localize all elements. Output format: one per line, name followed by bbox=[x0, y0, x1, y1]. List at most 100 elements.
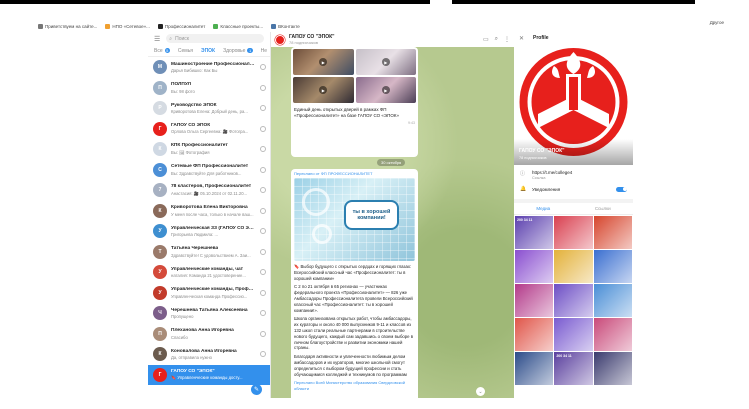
avatar: Г bbox=[153, 121, 167, 136]
folder-tab[interactable]: Здоровье 1 bbox=[223, 48, 253, 54]
chat-list-item[interactable]: Г ГАПОУ СО ЭПОК Орлова Ольга Сергеевна: 🎥 … bbox=[148, 119, 270, 140]
folder-tabs: Все 5 Семья ЭПОК Здоровье 1 Не bbox=[148, 45, 270, 57]
tab-links[interactable]: Ссылки bbox=[595, 206, 611, 211]
scroll-down-icon[interactable]: ⌄ bbox=[476, 387, 485, 396]
album-photo[interactable]: ▶ bbox=[293, 77, 354, 103]
chat-name: Черешнева Татьяна Алексеевна bbox=[171, 307, 248, 313]
chat-name: Сетевые ФП Профессионалитет bbox=[171, 164, 249, 169]
chat-list-item[interactable]: Т Татьяна Черешнева Здравствуйте! С удовол… bbox=[148, 242, 270, 263]
chat-list-item[interactable]: К КПК Профессионалитет Вы: 🖼 Фотография bbox=[148, 139, 270, 160]
profile-link[interactable]: https://t.me/college4 bbox=[532, 170, 572, 175]
tab-media[interactable]: Медиа bbox=[536, 206, 550, 211]
compose-pencil-icon[interactable]: ✎ bbox=[251, 384, 262, 395]
profile-photo[interactable]: ГАПОУ СО "ЭПОК" 78 подписчиков bbox=[514, 44, 633, 165]
top-edge bbox=[0, 0, 749, 4]
media-thumbnail[interactable] bbox=[593, 250, 632, 283]
chat-name: ГАПОУ СО "ЭПОК" bbox=[171, 368, 215, 374]
forward-header[interactable]: Переслано от ФП ПРОФЕССИОНАЛИТЕТ bbox=[291, 169, 418, 178]
chat-item-top-row: Татьяна Черешнева bbox=[171, 246, 256, 251]
album-photo[interactable]: ▶ bbox=[293, 49, 354, 75]
media-thumbnail[interactable]: 200 34 11 bbox=[515, 216, 554, 249]
chat-item-top-row: Управленческая ЗЗ (ГАПОУ СО ЭП... bbox=[171, 226, 256, 231]
chat-preview: Вы: 🖼 Фотография bbox=[171, 149, 210, 155]
folder-tab[interactable]: Семья bbox=[178, 48, 193, 54]
chat-list-item[interactable]: Ч Черешнева Татьяна Алексеевна Пропущено bbox=[148, 303, 270, 324]
chat-list-item[interactable]: Р Руководство ЭПОК Криворотова Елена: Добр… bbox=[148, 98, 270, 119]
profile-panel: ✕ Profile ГАПОУ СО "ЭПОК" 78 подписчиков… bbox=[514, 32, 633, 398]
other-bookmarks[interactable]: Другое bbox=[710, 20, 724, 25]
date-separator: 30 октября bbox=[377, 159, 406, 166]
tabs-icon[interactable]: ▭ bbox=[483, 36, 489, 43]
profile-link-row[interactable]: ⓘ https://t.me/college4 Ссылка bbox=[514, 165, 633, 182]
media-thumbnail[interactable] bbox=[593, 216, 632, 249]
pin-icon bbox=[260, 330, 266, 337]
media-thumbnail[interactable] bbox=[593, 318, 632, 351]
notifications-row[interactable]: 🔔 Уведомления bbox=[514, 182, 633, 196]
profile-tabs: Медиа Ссылки bbox=[514, 203, 633, 215]
bookmark[interactable]: Приветствуем на сайте... bbox=[38, 23, 97, 29]
chat-item-top-row: ГАПОУ СО "ЭПОК" bbox=[171, 369, 266, 374]
folder-tab[interactable]: Все 5 bbox=[154, 48, 170, 54]
bookmark[interactable]: Классные проекты... bbox=[213, 23, 263, 29]
chat-preview: 🔖 Управленческие команды досту... bbox=[171, 375, 243, 380]
media-thumbnail[interactable] bbox=[593, 284, 632, 317]
chat-list-item[interactable]: К Коновалова Анна Игоревна Да, отправила н… bbox=[148, 344, 270, 365]
chat-item-body: Машиностроение Профессионалит... Дарья Би… bbox=[171, 62, 256, 74]
chat-list-item[interactable]: У Управленческие команды, Профес... Управл… bbox=[148, 283, 270, 304]
forwarded-message-next[interactable]: Переслано Всей Министерство образования … bbox=[291, 377, 418, 398]
message-album[interactable]: ▶ ▶ ▶ ▶ Единый день открытых дверей в ра… bbox=[291, 47, 418, 157]
play-icon[interactable]: ▶ bbox=[319, 86, 328, 94]
media-thumbnail[interactable] bbox=[515, 284, 554, 317]
album-photo[interactable]: ▶ bbox=[355, 49, 416, 75]
notifications-label: Уведомления bbox=[532, 186, 561, 192]
search-icon[interactable]: ⌕ bbox=[495, 36, 498, 43]
search-input[interactable]: ⌕ Поиск bbox=[166, 34, 264, 43]
folder-tab[interactable]: ЭПОК bbox=[201, 48, 215, 54]
chat-preview: Анастасия: 🎥 05.10.2024 от 02.11.20... bbox=[171, 190, 248, 196]
media-thumbnail[interactable] bbox=[593, 352, 632, 385]
play-icon[interactable]: ▶ bbox=[381, 58, 390, 66]
message-image[interactable]: ты в хорошей компании! bbox=[294, 178, 415, 261]
folder-label: ЭПОК bbox=[201, 47, 216, 54]
more-icon[interactable]: ⋮ bbox=[504, 36, 510, 43]
chat-list-item[interactable]: П ПОЛПУЛ Вы: 98 фото bbox=[148, 78, 270, 99]
channel-avatar[interactable] bbox=[275, 34, 285, 45]
chat-list-item[interactable]: П Плеханова Анна Игоревна Спасибо bbox=[148, 324, 270, 345]
chat-list-item[interactable]: С Сетевые ФП Профессионалитет Вы: Здравств… bbox=[148, 160, 270, 181]
chat-list-item[interactable]: Г ГАПОУ СО "ЭПОК" 🔖 Управленческие команды… bbox=[148, 364, 270, 385]
media-thumbnail[interactable] bbox=[554, 284, 593, 317]
bookmark[interactable]: ВКонтакте bbox=[271, 23, 300, 29]
media-thumbnail[interactable]: 200 34 11 bbox=[554, 352, 593, 385]
message-paragraph: С 2 по 21 октября в 65 регионах — участн… bbox=[294, 284, 413, 313]
profile-subscribers: 78 подписчиков bbox=[519, 156, 547, 160]
chat-preview: Криворотова Елена: Добрый день, ра... bbox=[171, 109, 248, 114]
play-icon[interactable]: ▶ bbox=[381, 86, 390, 94]
media-thumbnail[interactable] bbox=[515, 250, 554, 283]
album-photo[interactable]: ▶ bbox=[355, 77, 416, 103]
chat-list-item[interactable]: У Управленческие команды, чат наталия: Ком… bbox=[148, 262, 270, 283]
folder-label: Здоровье bbox=[223, 47, 246, 54]
forwarded-message[interactable]: Переслано от ФП ПРОФЕССИОНАЛИТЕТ ты в хо… bbox=[291, 169, 418, 397]
bookmark-icon bbox=[157, 23, 163, 29]
chat-list-item[interactable]: К Криворотова Елена Викторовна У меня посл… bbox=[148, 201, 270, 222]
media-thumbnail[interactable] bbox=[554, 216, 593, 249]
chat-list-item[interactable]: 7 78 кластеров, Профессионалитет Анастасия… bbox=[148, 180, 270, 201]
play-icon[interactable]: ▶ bbox=[319, 58, 328, 66]
folder-tab[interactable]: Не bbox=[261, 48, 267, 54]
folder-badge: 5 bbox=[164, 48, 170, 53]
media-thumbnail[interactable] bbox=[554, 318, 593, 351]
chat-list-item[interactable]: У Управленческая ЗЗ (ГАПОУ СО ЭП... Григор… bbox=[148, 221, 270, 242]
close-icon[interactable]: ✕ bbox=[519, 35, 524, 42]
notifications-toggle[interactable] bbox=[616, 186, 627, 192]
media-thumbnail[interactable] bbox=[515, 318, 554, 351]
media-thumbnail[interactable] bbox=[554, 250, 593, 283]
chat-preview: Дарья Бибишко: Как Бы bbox=[171, 68, 218, 73]
media-thumbnail[interactable] bbox=[515, 352, 554, 385]
bookmark[interactable]: Профессионалитет bbox=[157, 23, 205, 29]
chat-list-item[interactable]: М Машиностроение Профессионалит... Дарья Б… bbox=[148, 57, 270, 78]
chat-item-body: Коновалова Анна Игоревна Да, отправила ну… bbox=[171, 349, 256, 361]
bookmark[interactable]: НПО «Сетевое»... bbox=[105, 23, 150, 29]
chat-list-panel: ☰ ⌕ Поиск Все 5 Семья ЭПОК Здоровье 1 Не М Маши… bbox=[148, 32, 271, 398]
menu-icon[interactable]: ☰ bbox=[154, 35, 160, 43]
chat-preview: Григорьева Людмила: ... bbox=[171, 232, 219, 237]
